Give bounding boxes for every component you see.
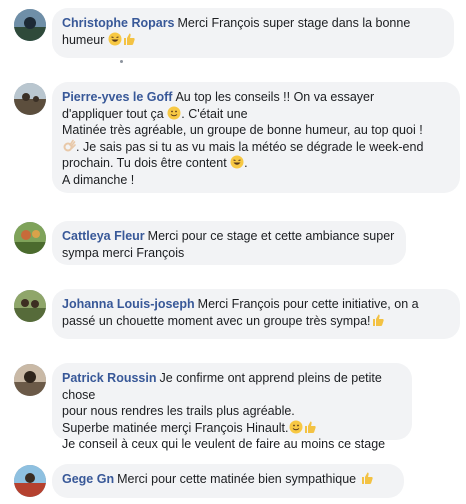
avatar[interactable]	[14, 364, 46, 396]
comment-text: Superbe matinée merçi François Hinault.	[62, 420, 289, 435]
comment-text: Je conseil à ceux qui le veulent de fair…	[62, 437, 386, 451]
comment-bubble: Johanna Louis-joseph Merci François pour …	[52, 289, 460, 339]
comment-text: Matinée très agréable, un groupe de bonn…	[62, 123, 423, 137]
comment-author[interactable]: Johanna Louis-joseph	[62, 297, 195, 311]
comment-text: . Je sais pas si tu as vu mais la météo …	[76, 139, 424, 154]
laughing-emoji-icon	[230, 155, 244, 169]
comment-author[interactable]: Patrick Roussin	[62, 371, 156, 385]
thumbs-up-emoji-icon	[123, 33, 135, 45]
comment-text: . C'était une	[181, 106, 248, 121]
avatar[interactable]	[14, 465, 46, 497]
comment-bubble: Christophe Ropars Merci François super st…	[52, 8, 454, 58]
comment-bubble: Patrick Roussin Je confirme ont apprend p…	[52, 363, 412, 451]
divider-dot	[120, 60, 123, 63]
thumbs-up-emoji-icon	[361, 472, 373, 484]
comment-author[interactable]: Christophe Ropars	[62, 16, 175, 30]
thumbs-up-emoji-icon	[372, 314, 384, 326]
comment-bubble: Gege Gn Merci pour cette matinée bien sym…	[52, 464, 404, 498]
comment-text: Merci François pour cette initiative, on…	[197, 297, 419, 311]
comment-text: sympa merci François	[62, 245, 185, 260]
comment-text: Au top les conseils !! On va essayer	[175, 90, 375, 104]
comment-text: passé un chouette moment avec un groupe …	[62, 313, 371, 328]
thumbs-up-emoji-icon	[304, 421, 316, 433]
avatar[interactable]	[14, 9, 46, 41]
laughing-emoji-icon	[108, 32, 122, 45]
comment-author[interactable]: Gege Gn	[62, 472, 114, 486]
ok-hand-emoji-icon	[63, 139, 76, 151]
avatar[interactable]	[14, 222, 46, 254]
comment-author[interactable]: Pierre-yves le Goff	[62, 90, 172, 104]
smiling-emoji-icon	[167, 106, 181, 119]
comment-bubble: Pierre-yves le Goff Au top les conseils !…	[52, 82, 460, 193]
comment-text: A dimanche !	[62, 172, 135, 187]
comment-text: d'appliquer tout ça	[62, 106, 168, 121]
comment-text: pour nous rendres les trails plus agréab…	[62, 404, 295, 418]
smiling-emoji-icon	[289, 420, 302, 433]
comment-text: Merci François super stage dans la bonne	[177, 16, 411, 30]
comment-bubble: Cattleya Fleur Merci pour ce stage et cet…	[52, 221, 406, 265]
avatar[interactable]	[14, 83, 46, 115]
comment-text: Merci pour ce stage et cette ambiance su…	[147, 229, 395, 243]
comment-text: Merci pour cette matinée bien sympathiqu…	[117, 472, 360, 486]
comment-text: .	[244, 156, 248, 170]
comment-text: humeur	[62, 32, 108, 47]
comment-author[interactable]: Cattleya Fleur	[62, 229, 145, 243]
comment-text: prochain. Tu dois être content	[62, 156, 231, 170]
avatar[interactable]	[14, 290, 46, 322]
